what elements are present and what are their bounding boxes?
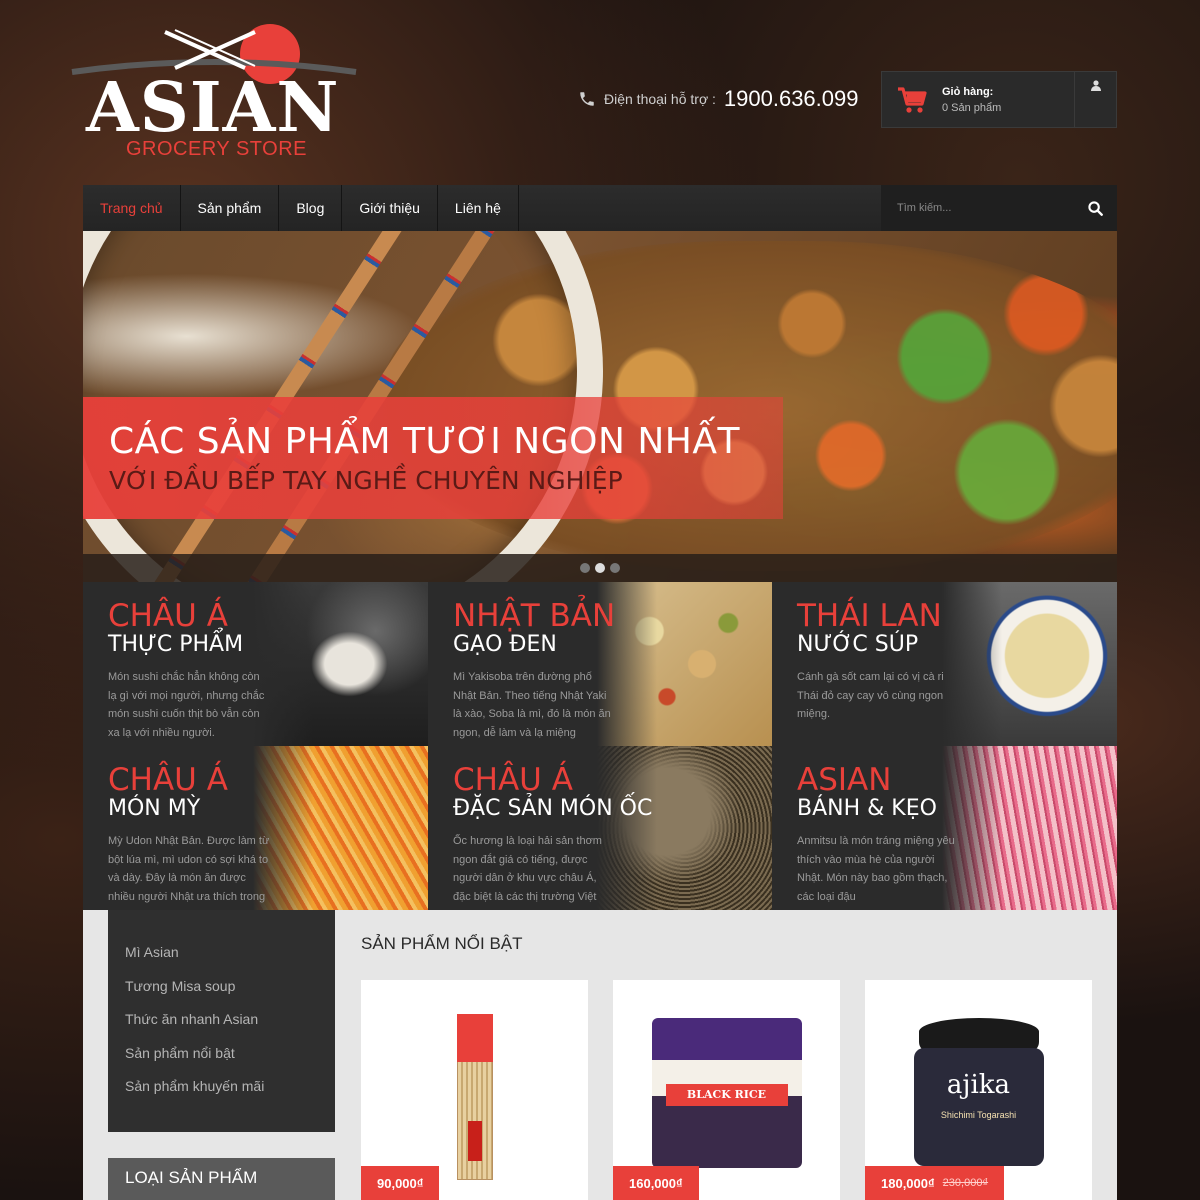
tile-title: THÁI LAN [797, 598, 942, 634]
product-image-label: BLACK RICE [665, 1084, 788, 1106]
content-area: Mì Asian Tương Misa soup Thức ăn nhanh A… [83, 910, 1117, 1200]
logo[interactable]: ASIAN GROCERY STORE [70, 22, 360, 162]
tile-description: Anmitsu là món tráng miệng yêu thích vào… [797, 835, 955, 903]
hero-title: CÁC SẢN PHẨM TƯƠI NGON NHẤT [109, 421, 740, 462]
jar-lid [918, 1018, 1039, 1052]
fried-rice-image [597, 582, 772, 746]
spice-jar-product-image[interactable]: ajika Shichimi Togarashi [913, 1018, 1044, 1168]
price-tag: 90,000₫ [361, 1166, 440, 1200]
slider-dot-1[interactable] [580, 563, 590, 573]
cart-count: 0 Sản phẩm [942, 101, 1002, 114]
slider-dot-2[interactable] [595, 563, 605, 573]
soup-image [942, 582, 1117, 746]
phone-support: Điện thoại hỗ trợ : 1900.636.099 [578, 86, 858, 112]
category-tile-japan-black-rice[interactable]: NHẬT BẢN GẠO ĐEN Mì Yakisoba trên đường … [428, 582, 772, 746]
tile-title: CHÂU Á [108, 598, 228, 634]
nav-item-about[interactable]: Giới thiệu [342, 185, 438, 231]
tile-description: Mì Yakisoba trên đường phố Nhật Bản. The… [453, 671, 611, 739]
search-input[interactable] [897, 202, 1067, 214]
search-icon[interactable] [1088, 200, 1103, 216]
hero-slider[interactable]: CÁC SẢN PHẨM TƯƠI NGON NHẤT VỚI ĐẦU BẾP … [83, 231, 1117, 582]
search-box [881, 185, 1117, 231]
tile-description: Ốc hương là loại hải sản thơm ngon đắt g… [453, 835, 602, 903]
logo-wordmark: ASIAN [86, 68, 340, 148]
cart-widget[interactable]: Giỏ hàng: 0 Sản phẩm [881, 71, 1117, 128]
candy-sticks-image [942, 746, 1117, 910]
product-category-heading: LOẠI SẢN PHẨM [108, 1158, 335, 1200]
main-nav: Trang chủ Sản phẩm Blog Giới thiệu Liên … [83, 185, 1117, 231]
category-tile-thai-soup[interactable]: THÁI LAN NƯỚC SÚP Cánh gà sốt cam lại có… [772, 582, 1117, 746]
tile-title: CHÂU Á [108, 762, 228, 798]
tile-description: Mỳ Udon Nhật Bản. Được làm từ bột lúa mì… [108, 835, 270, 903]
product-card[interactable]: 90,000₫ [361, 980, 588, 1200]
hero-subtitle: VỚI ĐẦU BẾP TAY NGHỀ CHUYÊN NGHIỆP [109, 466, 623, 495]
jar-brand: ajika [946, 1070, 1011, 1100]
category-tile-asian-candy[interactable]: ASIAN BÁNH & KẸO Anmitsu là món tráng mi… [772, 746, 1117, 910]
product-old-price: 230,000₫ [942, 1177, 989, 1189]
product-price: 90,000₫ [377, 1175, 424, 1191]
featured-products-title: SẢN PHẨM NỔI BẬT [361, 934, 523, 953]
tile-title: CHÂU Á [453, 762, 573, 798]
category-tile-asian-noodles[interactable]: CHÂU Á MÓN MỲ Mỳ Udon Nhật Bản. Được làm… [83, 746, 428, 910]
logo-subtitle: GROCERY STORE [126, 138, 307, 160]
tile-description: Món sushi chắc hẳn không còn lạ gì với m… [108, 671, 265, 739]
dumpling-image [253, 582, 428, 746]
slider-dot-3[interactable] [610, 563, 620, 573]
sidebar-item-promotions[interactable]: Sản phẩm khuyến mãi [108, 1078, 335, 1112]
tile-subtitle: ĐẶC SẢN MÓN ỐC [453, 796, 653, 821]
cart-summary[interactable]: Giỏ hàng: 0 Sản phẩm [882, 72, 1074, 127]
tile-title: NHẬT BẢN [453, 598, 616, 634]
product-card[interactable]: ajika Shichimi Togarashi 180,000₫ 230,00… [865, 980, 1092, 1200]
jar-product-name: Shichimi Togarashi [940, 1110, 1017, 1120]
user-button[interactable] [1074, 72, 1116, 127]
slider-pagination [83, 554, 1117, 582]
tile-subtitle: THỰC PHẨM [108, 632, 244, 657]
tile-subtitle: BÁNH & KẸO [797, 796, 937, 821]
user-icon [1090, 80, 1101, 91]
phone-icon [580, 92, 594, 106]
cart-title: Giỏ hàng: [942, 85, 994, 98]
noodle-image [253, 746, 428, 910]
price-tag: 160,000₫ [613, 1166, 699, 1200]
price-tag: 180,000₫ 230,000₫ [865, 1166, 1005, 1200]
sidebar-menu: Mì Asian Tương Misa soup Thức ăn nhanh A… [108, 910, 335, 1132]
nav-item-blog[interactable]: Blog [279, 185, 343, 231]
nav-item-contact[interactable]: Liên hệ [438, 185, 519, 231]
tile-subtitle: GẠO ĐEN [453, 632, 557, 657]
product-card[interactable]: BLACK RICE 160,000₫ [613, 980, 840, 1200]
cart-icon [898, 86, 927, 113]
sidebar-item-featured[interactable]: Sản phẩm nổi bật [108, 1045, 335, 1079]
jar-body [913, 1048, 1044, 1166]
black-rice-product-image[interactable]: BLACK RICE [651, 1018, 802, 1168]
category-tile-asian-snail[interactable]: CHÂU Á ĐẶC SẢN MÓN ỐC Ốc hương là loại h… [428, 746, 772, 910]
category-tile-asian-food[interactable]: CHÂU Á THỰC PHẨM Món sushi chắc hẳn khôn… [83, 582, 428, 746]
nav-item-home[interactable]: Trang chủ [83, 185, 181, 231]
snail-dish-image [597, 746, 772, 910]
tile-description: Cánh gà sốt cam lại có vị cà ri Thái đỏ … [797, 671, 944, 720]
tile-subtitle: NƯỚC SÚP [797, 632, 919, 657]
sidebar-item-fast-food[interactable]: Thức ăn nhanh Asian [108, 1011, 335, 1045]
phone-number[interactable]: 1900.636.099 [724, 86, 859, 112]
sidebar-item-misa-soup[interactable]: Tương Misa soup [108, 978, 335, 1012]
category-tiles: CHÂU Á THỰC PHẨM Món sushi chắc hẳn khôn… [83, 582, 1117, 910]
phone-label: Điện thoại hỗ trợ : [604, 91, 716, 107]
tile-title: ASIAN [797, 762, 892, 798]
nav-item-products[interactable]: Sản phẩm [181, 185, 280, 231]
product-price: 160,000₫ [629, 1175, 683, 1191]
chopsticks-product-image[interactable] [456, 1014, 493, 1180]
tile-subtitle: MÓN MỲ [108, 796, 201, 821]
sidebar-item-asian-noodles[interactable]: Mì Asian [108, 944, 335, 978]
product-price: 180,000₫ [881, 1175, 935, 1191]
